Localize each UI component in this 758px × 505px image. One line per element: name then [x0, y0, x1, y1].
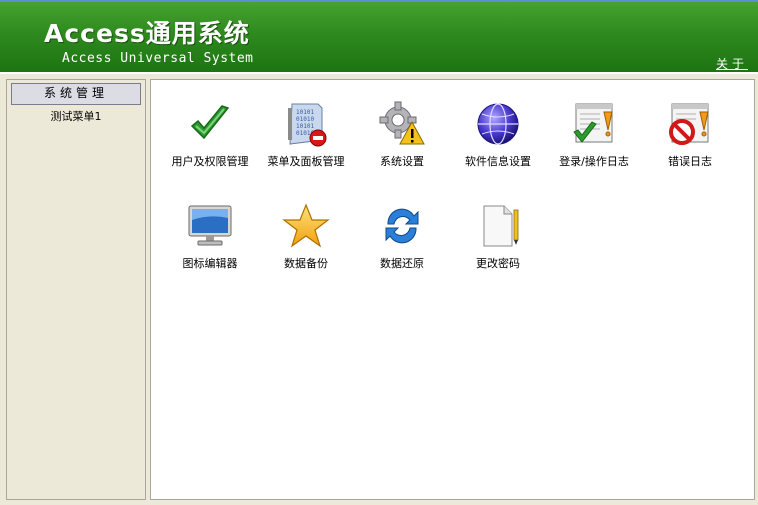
tile-label: 软件信息设置	[465, 155, 531, 168]
checkmark-icon	[190, 105, 230, 140]
tile-label: 系统设置	[380, 155, 424, 168]
tile-system-settings[interactable]: 系统设置	[354, 100, 450, 169]
svg-text:01010: 01010	[296, 116, 314, 123]
tile-software-info-settings[interactable]: 软件信息设置	[450, 100, 546, 169]
sidebar-section-system-management[interactable]: 系统管理	[11, 83, 141, 105]
sidebar-item-test-menu-1[interactable]: 测试菜单1	[7, 108, 145, 124]
tile-label: 登录/操作日志	[559, 155, 629, 168]
gear-warning-icon	[379, 101, 425, 145]
tile-data-backup[interactable]: 数据备份	[258, 202, 354, 271]
tile-label: 用户及权限管理	[171, 155, 249, 168]
tile-label: 菜单及面板管理	[267, 155, 345, 168]
document-pencil-icon	[483, 205, 519, 247]
tile-label: 更改密码	[476, 257, 520, 270]
app-title: Access通用系统	[44, 19, 250, 48]
star-icon	[282, 203, 330, 248]
log-check-icon	[573, 103, 613, 143]
tile-menu-panel-management[interactable]: 10101 01010 10101 01010 菜单及面板管理	[258, 100, 354, 169]
about-link[interactable]: 关于	[716, 55, 748, 72]
error-log-icon	[669, 103, 709, 145]
tile-icon-editor[interactable]: 图标编辑器	[162, 202, 258, 271]
globe-icon	[477, 103, 519, 145]
tile-error-log[interactable]: 错误日志	[642, 100, 738, 169]
monitor-icon	[188, 205, 232, 246]
binary-document-icon: 10101 01010 10101 01010	[288, 103, 327, 147]
tile-label: 错误日志	[668, 155, 712, 168]
tile-label: 图标编辑器	[182, 257, 238, 270]
tile-label: 数据还原	[380, 257, 424, 270]
svg-text:10101: 10101	[296, 123, 314, 130]
app-subtitle: Access Universal System	[62, 51, 254, 66]
main-panel: 用户及权限管理 10101 01010 10101 01010 菜单及面板管理	[150, 79, 755, 500]
tile-data-restore[interactable]: 数据还原	[354, 202, 450, 271]
tile-label: 数据备份	[284, 257, 328, 270]
tile-change-password[interactable]: 更改密码	[450, 202, 546, 271]
sidebar: 系统管理 测试菜单1	[6, 79, 146, 500]
tile-user-permissions[interactable]: 用户及权限管理	[162, 100, 258, 169]
tile-login-operation-log[interactable]: 登录/操作日志	[546, 100, 642, 169]
app-header: Access通用系统 Access Universal System 关于	[0, 0, 758, 74]
svg-text:10101: 10101	[296, 109, 314, 116]
refresh-icon	[385, 208, 419, 244]
